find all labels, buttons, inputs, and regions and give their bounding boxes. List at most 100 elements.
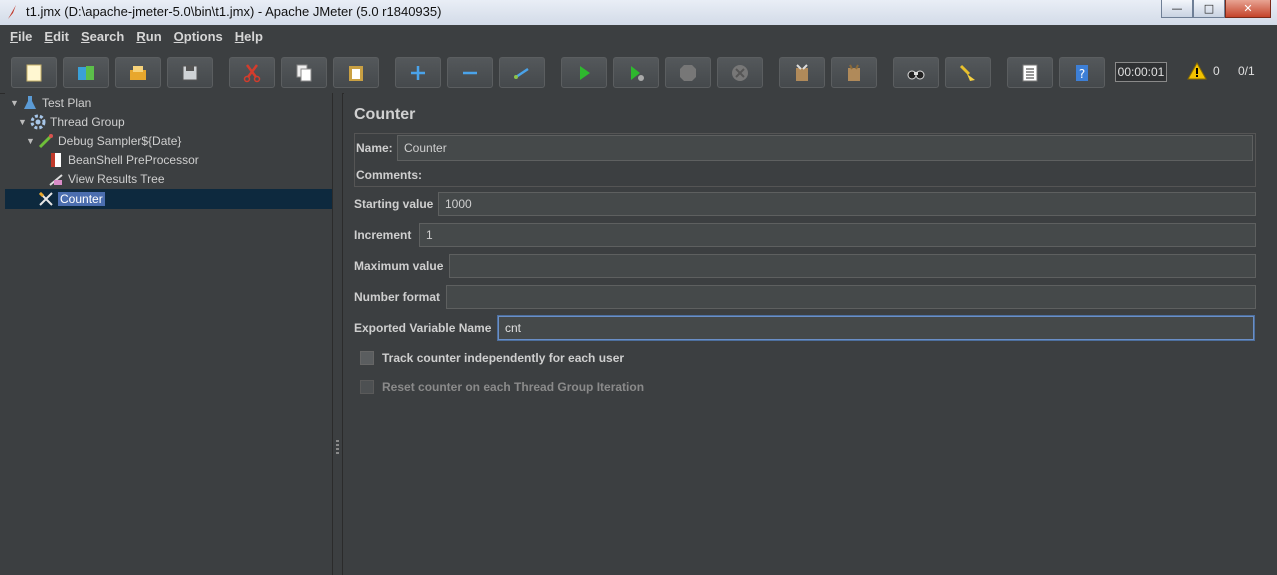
cut-button[interactable] [229,57,275,88]
toggle-button[interactable] [499,57,545,88]
menu-bar: File Edit Search Run Options Help [0,25,1277,47]
start-no-pauses-icon [631,65,644,81]
new-icon [26,64,42,81]
tree-node-debug-sampler[interactable]: ▼ Debug Sampler${Date} [26,132,181,150]
tree-node-counter[interactable]: Counter [38,190,105,208]
reset-counter-checkbox-row: Reset counter on each Thread Group Itera… [360,380,644,394]
tree-node-thread-group[interactable]: ▼ Thread Group [18,113,125,131]
paste-button[interactable] [333,57,379,88]
splitter-grip-icon[interactable] [336,440,339,454]
help-button[interactable]: ? [1059,57,1105,88]
maximize-button[interactable]: □ [1193,0,1225,18]
clear-all-button[interactable] [945,57,991,88]
tree-node-label: Test Plan [42,96,92,110]
starting-value-label: Starting value [354,197,434,211]
cut-icon [243,63,261,82]
exported-variable-name-label: Exported Variable Name [354,321,492,335]
save-button[interactable] [167,57,213,88]
counter-config-panel: Counter Name: Counter Comments: Starting… [344,93,1277,575]
start-icon [580,65,590,80]
stop-icon [680,64,696,81]
expand-icon [411,65,425,80]
expand-all-button[interactable] [395,57,441,88]
stop-button[interactable] [665,57,711,88]
shutdown-icon [732,64,748,81]
maximum-value-label: Maximum value [354,259,444,273]
new-button[interactable] [11,57,57,88]
menu-search[interactable]: Search [81,29,124,44]
minimize-button[interactable]: — [1161,0,1193,18]
toggle-icon [514,67,529,79]
svg-text:?: ? [1079,67,1085,81]
debug-sampler-icon [38,134,53,149]
name-field[interactable]: Counter [397,135,1253,161]
search-icon [907,70,925,79]
tree-node-label: Counter [58,192,105,206]
number-format-label: Number format [354,290,441,304]
reset-counter-label: Reset counter on each Thread Group Itera… [382,380,645,394]
name-label: Name: [356,141,393,155]
close-button[interactable]: ✕ [1225,0,1271,18]
window-title: t1.jmx (D:\apache-jmeter-5.0\bin\t1.jmx)… [26,4,442,19]
comments-field[interactable] [354,163,1254,185]
window-title-bar: t1.jmx (D:\apache-jmeter-5.0\bin\t1.jmx)… [0,0,1277,25]
tree-node-view-results-tree[interactable]: View Results Tree [48,170,165,188]
increment-field[interactable]: 1 [419,223,1256,247]
collapse-all-button[interactable] [447,57,493,88]
templates-button[interactable] [63,57,109,88]
shutdown-button[interactable] [717,57,763,88]
menu-run[interactable]: Run [136,29,161,44]
open-button[interactable] [115,57,161,88]
help-icon: ? [1076,64,1088,81]
remote-start-button[interactable] [779,57,825,88]
split-pane-divider[interactable] [333,93,343,575]
beanshell-icon [51,153,61,167]
test-plan-icon [24,96,36,109]
toolbar: ? 00:00:01 0 0/1 [0,47,1277,94]
expand-toggle-icon[interactable]: ▼ [10,98,20,108]
reset-counter-checkbox [360,380,374,394]
menu-options[interactable]: Options [174,29,223,44]
tree-node-label: View Results Tree [68,172,165,186]
search-button[interactable] [893,57,939,88]
page-title: Counter [354,106,416,123]
counter-icon [38,191,53,206]
function-helper-button[interactable] [1007,57,1053,88]
tree-node-beanshell-preprocessor[interactable]: BeanShell PreProcessor [48,151,199,169]
tree-node-label: Debug Sampler${Date} [58,134,182,148]
copy-button[interactable] [281,57,327,88]
start-no-pauses-button[interactable] [613,57,659,88]
exported-variable-name-field[interactable]: cnt [498,316,1254,340]
track-counter-checkbox-row[interactable]: Track counter independently for each use… [360,351,624,365]
elapsed-timer: 00:00:01 [1115,62,1167,82]
remote-stop-button[interactable] [831,57,877,88]
start-button[interactable] [561,57,607,88]
clear-all-icon [959,64,975,81]
paste-icon [349,65,363,81]
thread-group-icon [30,114,46,130]
jmeter-feather-icon [8,5,16,19]
remote-start-icon [796,63,808,81]
templates-icon [78,65,94,80]
error-log-indicator[interactable]: 0 [1187,62,1220,80]
expand-toggle-icon[interactable]: ▼ [18,117,28,127]
increment-label: Increment [354,228,412,242]
open-icon [130,65,146,80]
track-counter-checkbox[interactable] [360,351,374,365]
expand-toggle-icon[interactable]: ▼ [26,136,36,146]
test-plan-tree: ▼ Test Plan ▼ Thread Group ▼ Debug Sampl… [5,93,333,575]
number-format-field[interactable] [446,285,1256,309]
menu-file[interactable]: File [10,29,32,44]
save-icon [182,65,198,80]
menu-edit[interactable]: Edit [44,29,69,44]
maximum-value-field[interactable] [449,254,1256,278]
warning-icon [1187,62,1207,80]
function-helper-icon [1022,64,1038,81]
collapse-icon [463,71,477,74]
warning-count: 0 [1213,64,1220,78]
menu-help[interactable]: Help [235,29,263,44]
copy-icon [296,64,312,81]
tree-node-label: Thread Group [50,115,125,129]
tree-node-test-plan[interactable]: ▼ Test Plan [10,94,91,112]
starting-value-field[interactable]: 1000 [438,192,1256,216]
